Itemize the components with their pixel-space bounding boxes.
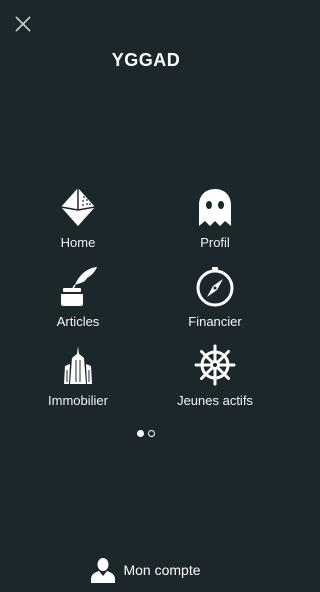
menu-item-articles[interactable]: Articles (18, 265, 138, 329)
menu-item-label: Home (60, 235, 96, 250)
menu-item-label: Articles (56, 314, 100, 329)
menu-item-jeunes-actifs[interactable]: Jeunes actifs (155, 344, 275, 408)
user-icon (91, 558, 116, 583)
ghost-icon (199, 189, 231, 226)
page-indicator (0, 430, 292, 437)
menu-item-label: Immobilier (48, 393, 108, 408)
menu-item-financier[interactable]: Financier (155, 265, 275, 329)
page-dot-1[interactable] (137, 430, 144, 437)
account-button[interactable]: Mon compte (0, 556, 292, 584)
ship-wheel-icon (194, 344, 236, 386)
app-title: YGGAD (111, 50, 181, 70)
quill-inkwell-icon (61, 267, 97, 306)
gem-icon (60, 188, 96, 226)
skyscraper-icon (64, 346, 92, 384)
menu-item-label: Jeunes actifs (177, 393, 253, 408)
menu-item-label: Profil (200, 235, 230, 250)
menu-item-immobilier[interactable]: Immobilier (18, 344, 138, 408)
menu-item-profil[interactable]: Profil (155, 186, 275, 250)
menu-item-home[interactable]: Home (18, 186, 138, 250)
menu-item-label: Financier (188, 314, 242, 329)
compass-icon (196, 267, 234, 307)
close-icon[interactable] (12, 13, 34, 35)
page-dot-2[interactable] (148, 430, 155, 437)
account-label: Mon compte (123, 562, 201, 578)
